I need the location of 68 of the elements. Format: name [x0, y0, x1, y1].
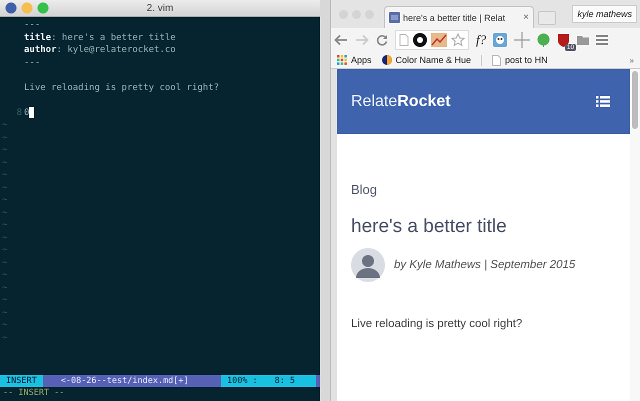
- avatar: [351, 248, 385, 282]
- empty-line-marker: ~: [2, 244, 8, 256]
- crosshair-icon[interactable]: [514, 32, 530, 48]
- profile-button[interactable]: kyle mathews: [572, 5, 637, 23]
- star-icon[interactable]: [451, 33, 465, 47]
- bookmark[interactable]: Color Name & Hue: [382, 55, 472, 65]
- post-body: Live reloading is pretty cool right?: [351, 318, 524, 330]
- mode-indicator: INSERT: [0, 375, 43, 387]
- empty-line-marker: ~: [2, 169, 8, 182]
- empty-line-marker: ~: [2, 269, 8, 282]
- reload-icon[interactable]: [376, 34, 388, 46]
- empty-line-marker: ~: [2, 232, 8, 244]
- browser-tab[interactable]: here's a better title | Relat ×: [384, 6, 534, 28]
- site-logo[interactable]: RelateRocket: [351, 92, 451, 110]
- empty-line-marker: ~: [2, 256, 8, 269]
- forward-icon[interactable]: [355, 34, 369, 46]
- empty-line-marker: ~: [2, 194, 8, 206]
- window-title: 2. vim: [146, 2, 174, 14]
- empty-line-marker: ~: [2, 306, 8, 319]
- page-icon: [399, 34, 409, 46]
- folder-icon[interactable]: [577, 35, 590, 45]
- zoom-button[interactable]: [37, 2, 49, 14]
- formula-button[interactable]: f?: [476, 32, 486, 48]
- bookmark[interactable]: post to HN: [492, 54, 548, 66]
- empty-line-marker: ~: [2, 332, 8, 344]
- minimize-button[interactable]: [21, 2, 33, 14]
- file-path: <-08-26--test/index.md[+]: [60, 376, 190, 386]
- code-line: author: kyle@relaterocket.co: [24, 44, 176, 56]
- new-tab-button[interactable]: [538, 11, 556, 25]
- scrollbar[interactable]: [630, 69, 640, 401]
- close-button[interactable]: [5, 2, 17, 14]
- empty-line-marker: ~: [2, 144, 8, 156]
- empty-line-marker: ~: [2, 282, 8, 294]
- menu-icon[interactable]: [596, 35, 608, 45]
- address-bar[interactable]: [395, 30, 469, 50]
- separator-text: :: [252, 375, 258, 387]
- empty-line-marker: ~: [2, 319, 8, 332]
- line-text: 8:: [274, 375, 285, 387]
- percent-text: 100%: [227, 375, 248, 387]
- code-line: ---: [24, 19, 40, 32]
- favicon-icon: [389, 12, 400, 23]
- code-line: 0: [24, 106, 30, 119]
- empty-line-marker: ~: [2, 156, 8, 169]
- line-number: 8: [16, 106, 23, 119]
- code-line: title: here's a better title: [24, 32, 176, 44]
- empty-line-marker: ~: [2, 294, 8, 306]
- column-text: 5: [290, 375, 295, 387]
- page-icon: [492, 54, 502, 66]
- face-icon[interactable]: [493, 33, 508, 47]
- apps-grid-icon: [337, 55, 347, 65]
- back-icon[interactable]: [334, 34, 348, 46]
- empty-line-marker: ~: [2, 132, 8, 144]
- menu-icon[interactable]: [596, 96, 610, 107]
- post-title: here's a better title: [351, 216, 508, 238]
- author-byline: by Kyle Mathews | September 2015: [394, 259, 576, 271]
- empty-line-marker: ~: [2, 182, 8, 194]
- tab-title: here's a better title | Relat: [403, 12, 506, 22]
- empty-line-marker: ~: [2, 119, 8, 132]
- code-line: Live reloading is pretty cool right?: [24, 82, 220, 94]
- section-label[interactable]: Blog: [351, 182, 616, 197]
- bookmark[interactable]: Apps: [337, 55, 372, 65]
- more-bookmarks-button[interactable]: »: [630, 56, 634, 64]
- command-line: -- INSERT --: [2, 388, 66, 400]
- close-tab-button[interactable]: ×: [523, 12, 529, 23]
- code-line: ---: [24, 56, 40, 69]
- empty-line-marker: ~: [2, 219, 8, 232]
- empty-line-marker: ~: [2, 206, 8, 219]
- globe-icon: [382, 55, 392, 65]
